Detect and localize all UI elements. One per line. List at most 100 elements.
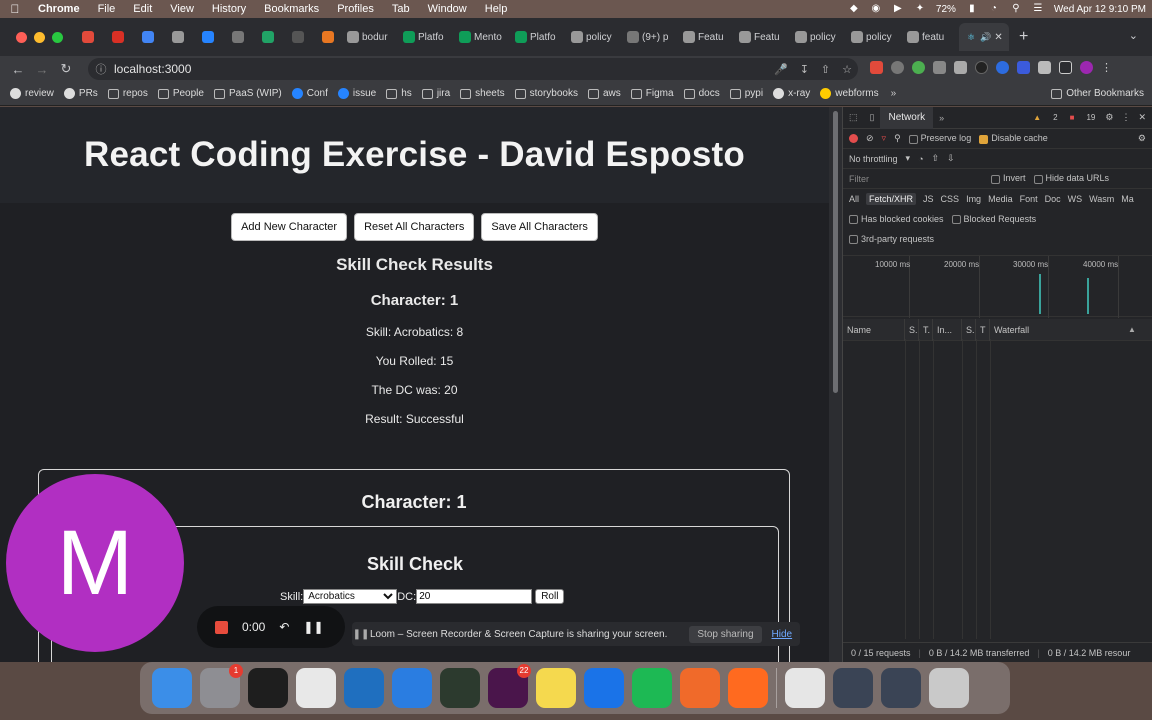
extension-icon[interactable] xyxy=(975,61,988,74)
bookmark-item[interactable]: docs xyxy=(683,88,720,99)
col-initiator[interactable]: In... xyxy=(933,318,962,341)
type-filter[interactable]: JS xyxy=(923,194,934,204)
warning-icon[interactable]: ▲ xyxy=(1031,113,1043,122)
menu-bookmarks[interactable]: Bookmarks xyxy=(264,3,329,15)
chevron-down-icon[interactable]: ▾ xyxy=(906,153,911,164)
type-filter[interactable]: All xyxy=(849,194,859,204)
checkbox-icon[interactable] xyxy=(951,215,961,225)
minimize-window-button[interactable] xyxy=(34,31,45,43)
tab-close-icon[interactable]: ✕ xyxy=(994,32,1002,43)
bookmark-item[interactable]: webforms xyxy=(820,88,879,99)
settings-gear-icon[interactable]: ⚙ xyxy=(1105,112,1113,123)
wifi-icon[interactable]: ◔ xyxy=(988,4,1000,14)
tab-item[interactable]: Mento xyxy=(455,23,511,51)
tab-item[interactable]: Platfo xyxy=(399,23,455,51)
address-bar[interactable]: ⓘ localhost:3000 🎤 ↧ ⇧ ☆ xyxy=(88,58,858,80)
type-filter[interactable]: Font xyxy=(1020,194,1038,204)
dc-input[interactable] xyxy=(416,589,533,604)
blocked-cookies-checkbox[interactable]: Has blocked cookies xyxy=(849,214,944,225)
bookmark-item[interactable]: jira xyxy=(421,88,450,99)
bookmark-item[interactable]: storybooks xyxy=(514,88,578,99)
tab-item[interactable]: bodur xyxy=(343,23,399,51)
throttling-select[interactable]: No throttling xyxy=(849,154,898,164)
menu-file[interactable]: File xyxy=(98,3,126,15)
blocked-requests-checkbox[interactable]: Blocked Requests xyxy=(951,214,1036,225)
checkbox-icon[interactable] xyxy=(1033,174,1043,184)
url-text[interactable]: localhost:3000 xyxy=(114,62,191,76)
import-icon[interactable]: ⇧ xyxy=(932,153,940,164)
menu-help[interactable]: Help xyxy=(485,3,518,15)
scrollbar-thumb[interactable] xyxy=(833,111,838,393)
notes-icon[interactable] xyxy=(536,668,576,708)
install-icon[interactable]: ↧ xyxy=(800,63,809,76)
loom-tray-icon[interactable]: ◉ xyxy=(870,4,882,14)
reload-icon[interactable]: ↻ xyxy=(54,61,78,77)
menu-window[interactable]: Window xyxy=(428,3,477,15)
tab-item[interactable]: featu xyxy=(903,23,959,51)
search-icon[interactable]: ⚲ xyxy=(894,133,901,144)
invert-checkbox[interactable]: Invert xyxy=(991,173,1026,184)
col-name[interactable]: Name xyxy=(843,318,905,341)
tab-item[interactable] xyxy=(103,23,133,51)
menu-tab[interactable]: Tab xyxy=(392,3,420,15)
tab-item[interactable] xyxy=(283,23,313,51)
menu-history[interactable]: History xyxy=(212,3,256,15)
bookmark-item[interactable]: review xyxy=(10,88,54,99)
inspect-icon[interactable]: ⬚ xyxy=(843,112,864,123)
trash-icon[interactable] xyxy=(929,668,969,708)
tab-item[interactable] xyxy=(73,23,103,51)
hide-data-urls-checkbox[interactable]: Hide data URLs xyxy=(1033,173,1109,184)
bookmark-item[interactable]: x-ray xyxy=(773,88,810,99)
menu-profiles[interactable]: Profiles xyxy=(337,3,384,15)
checkbox-icon[interactable] xyxy=(849,235,858,245)
network-settings-icon[interactable]: ⚙ xyxy=(1138,133,1146,144)
menu-app-name[interactable]: Chrome xyxy=(38,3,90,15)
tab-item[interactable]: Featu xyxy=(679,23,735,51)
tab-item[interactable] xyxy=(223,23,253,51)
skill-select[interactable]: Acrobatics xyxy=(303,589,398,604)
filter-input[interactable]: Filter xyxy=(849,174,983,184)
stop-recording-icon[interactable] xyxy=(215,620,228,634)
pages-icon[interactable] xyxy=(680,668,720,708)
control-center-icon[interactable]: ☰ xyxy=(1032,4,1044,14)
apple-icon[interactable]:  xyxy=(0,2,30,16)
tab-audio-icon[interactable]: 🔊 xyxy=(980,32,991,43)
slack-icon[interactable]: 22 xyxy=(488,664,531,708)
devtools-menu-icon[interactable]: ⋮ xyxy=(1121,112,1130,123)
system-preferences-icon[interactable]: 1 xyxy=(200,664,243,708)
menu-view[interactable]: View xyxy=(170,3,204,15)
extension-icon[interactable] xyxy=(912,61,925,74)
close-window-button[interactable] xyxy=(16,31,27,43)
firefox-icon[interactable] xyxy=(728,668,768,708)
tab-network[interactable]: Network xyxy=(880,107,934,129)
type-filter[interactable]: Wasm xyxy=(1089,194,1114,204)
checkbox-icon[interactable] xyxy=(849,215,858,225)
col-type[interactable]: T. xyxy=(919,318,933,341)
extension-icon[interactable] xyxy=(933,61,946,74)
tab-active[interactable]: ⚛ 🔊 ✕ xyxy=(959,23,1009,51)
bookmark-item[interactable]: issue xyxy=(337,88,376,99)
loom-icon[interactable] xyxy=(392,668,432,708)
zoom-window-button[interactable] xyxy=(52,31,63,43)
type-filter[interactable]: Doc xyxy=(1045,194,1061,204)
third-party-checkbox[interactable]: 3rd-party requests xyxy=(849,234,934,245)
new-tab-button[interactable]: + xyxy=(1019,28,1028,46)
bookmark-item[interactable]: repos xyxy=(107,88,148,99)
terminal-icon[interactable] xyxy=(248,668,288,708)
extension-icon[interactable] xyxy=(870,61,883,74)
save-characters-button[interactable]: Save All Characters xyxy=(481,213,598,241)
col-status[interactable]: S. xyxy=(905,318,919,341)
bookmark-item[interactable]: aws xyxy=(587,88,621,99)
profile-avatar[interactable] xyxy=(1080,61,1093,74)
bookmark-item[interactable]: hs xyxy=(386,88,412,99)
checkbox-icon[interactable] xyxy=(908,134,918,144)
chrome-icon[interactable] xyxy=(296,668,336,708)
bluetooth-icon[interactable]: ✦ xyxy=(914,4,926,14)
tab-item[interactable] xyxy=(163,23,193,51)
bookmark-item[interactable]: PaaS (WIP) xyxy=(213,88,282,99)
tab-item[interactable] xyxy=(193,23,223,51)
tab-item[interactable]: policy xyxy=(567,23,623,51)
export-icon[interactable]: ⇩ xyxy=(947,153,955,164)
tab-search-icon[interactable]: ⌄ xyxy=(1129,29,1138,42)
bookmark-item[interactable]: sheets xyxy=(460,88,505,99)
